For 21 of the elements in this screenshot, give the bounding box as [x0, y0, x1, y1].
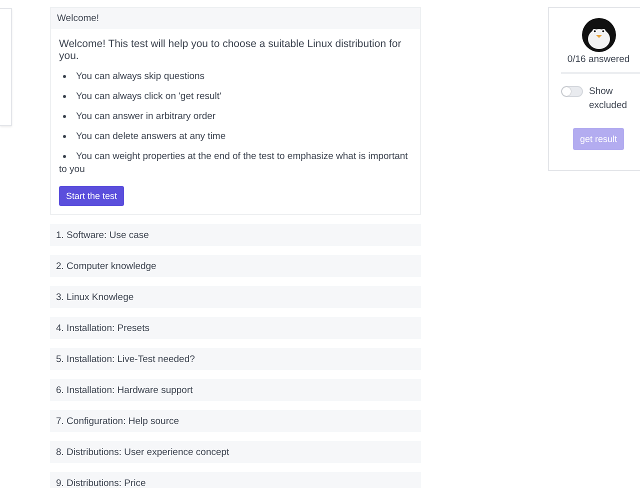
progress-text: 0/16 answered: [567, 54, 630, 65]
intro-text: Welcome! This test will help you to choose a suitable Linux distribution for you.: [59, 38, 402, 62]
question-item[interactable]: 3. Linux Knowlege: [50, 286, 421, 308]
bullet-item: You can answer in arbitrary order: [59, 110, 412, 123]
question-item[interactable]: 5. Installation: Live-Test needed?: [50, 348, 421, 370]
question-item[interactable]: 6. Installation: Hardware support: [50, 379, 421, 401]
question-item[interactable]: 9. Distributions: Price: [50, 472, 421, 488]
question-item[interactable]: 1. Software: Use case: [50, 224, 421, 246]
card-header: Welcome!: [51, 8, 420, 29]
toggle-switch[interactable]: [561, 86, 583, 97]
toggle-label: Show excluded: [589, 85, 628, 113]
question-item[interactable]: 4. Installation: Presets: [50, 317, 421, 339]
question-item[interactable]: 7. Configuration: Help source: [50, 410, 421, 432]
question-item[interactable]: 2. Computer knowledge: [50, 255, 421, 277]
bullet-item: You can always click on 'get result': [59, 90, 412, 103]
bullet-item: You can weight properties at the end of the test to emphasize what is important to you: [59, 150, 409, 176]
bullet-item: You can delete answers at any time: [59, 130, 412, 143]
question-item[interactable]: 8. Distributions: User experience concept: [50, 441, 421, 463]
bullet-item: You can always skip questions: [59, 70, 412, 83]
penguin-icon: [582, 18, 616, 52]
start-test-button[interactable]: Start the test: [59, 186, 124, 206]
